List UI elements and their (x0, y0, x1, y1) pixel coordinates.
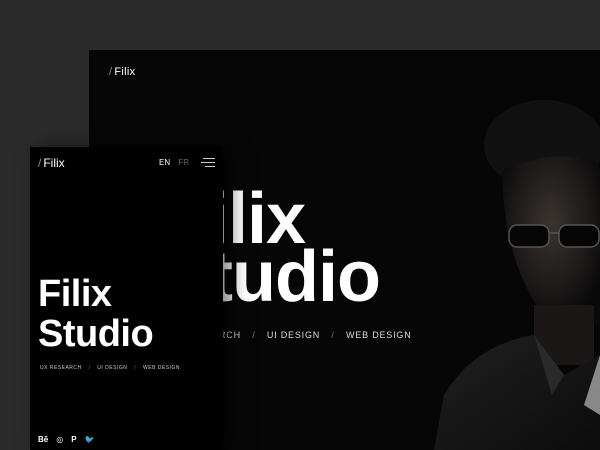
mobile-tag-web-design: WEB DESIGN (143, 365, 180, 371)
desktop-hero-title: ilix tudio (209, 179, 381, 317)
mobile-service-tags: UX RESEARCH / UI DESIGN / WEB DESIGN (40, 365, 180, 371)
tag-separator: / (88, 365, 91, 371)
lang-en[interactable]: EN (159, 158, 170, 167)
desktop-tag-ui-design: UI DESIGN (266, 330, 321, 340)
pinterest-icon[interactable]: P (71, 435, 76, 444)
social-links: Bē ◎ P 🐦 (38, 435, 95, 444)
tag-separator: / (331, 330, 335, 340)
tag-separator: / (134, 365, 137, 371)
mobile-tag-ux-research: UX RESEARCH (40, 365, 82, 371)
language-switcher: EN FR (159, 158, 189, 167)
twitter-icon[interactable]: 🐦 (85, 435, 95, 444)
mobile-tag-ui-design: UI DESIGN (97, 365, 128, 371)
desktop-tag-web-design: WEB DESIGN (346, 330, 412, 340)
portrait-photo (434, 100, 600, 450)
lang-fr[interactable]: FR (178, 158, 189, 167)
mobile-hero-title: Filix Studio (38, 273, 154, 355)
tag-separator: / (252, 330, 256, 340)
desktop-service-tags: RCH / UI DESIGN / WEB DESIGN (219, 330, 412, 340)
mobile-mockup: / Filix EN FR Filix Studio UX RESEARCH / … (30, 147, 223, 450)
hamburger-menu-icon[interactable] (201, 158, 215, 168)
behance-icon[interactable]: Bē (38, 435, 48, 444)
dribbble-icon[interactable]: ◎ (56, 435, 63, 444)
desktop-logo[interactable]: / Filix (109, 66, 135, 78)
mobile-logo[interactable]: / Filix (38, 156, 65, 170)
